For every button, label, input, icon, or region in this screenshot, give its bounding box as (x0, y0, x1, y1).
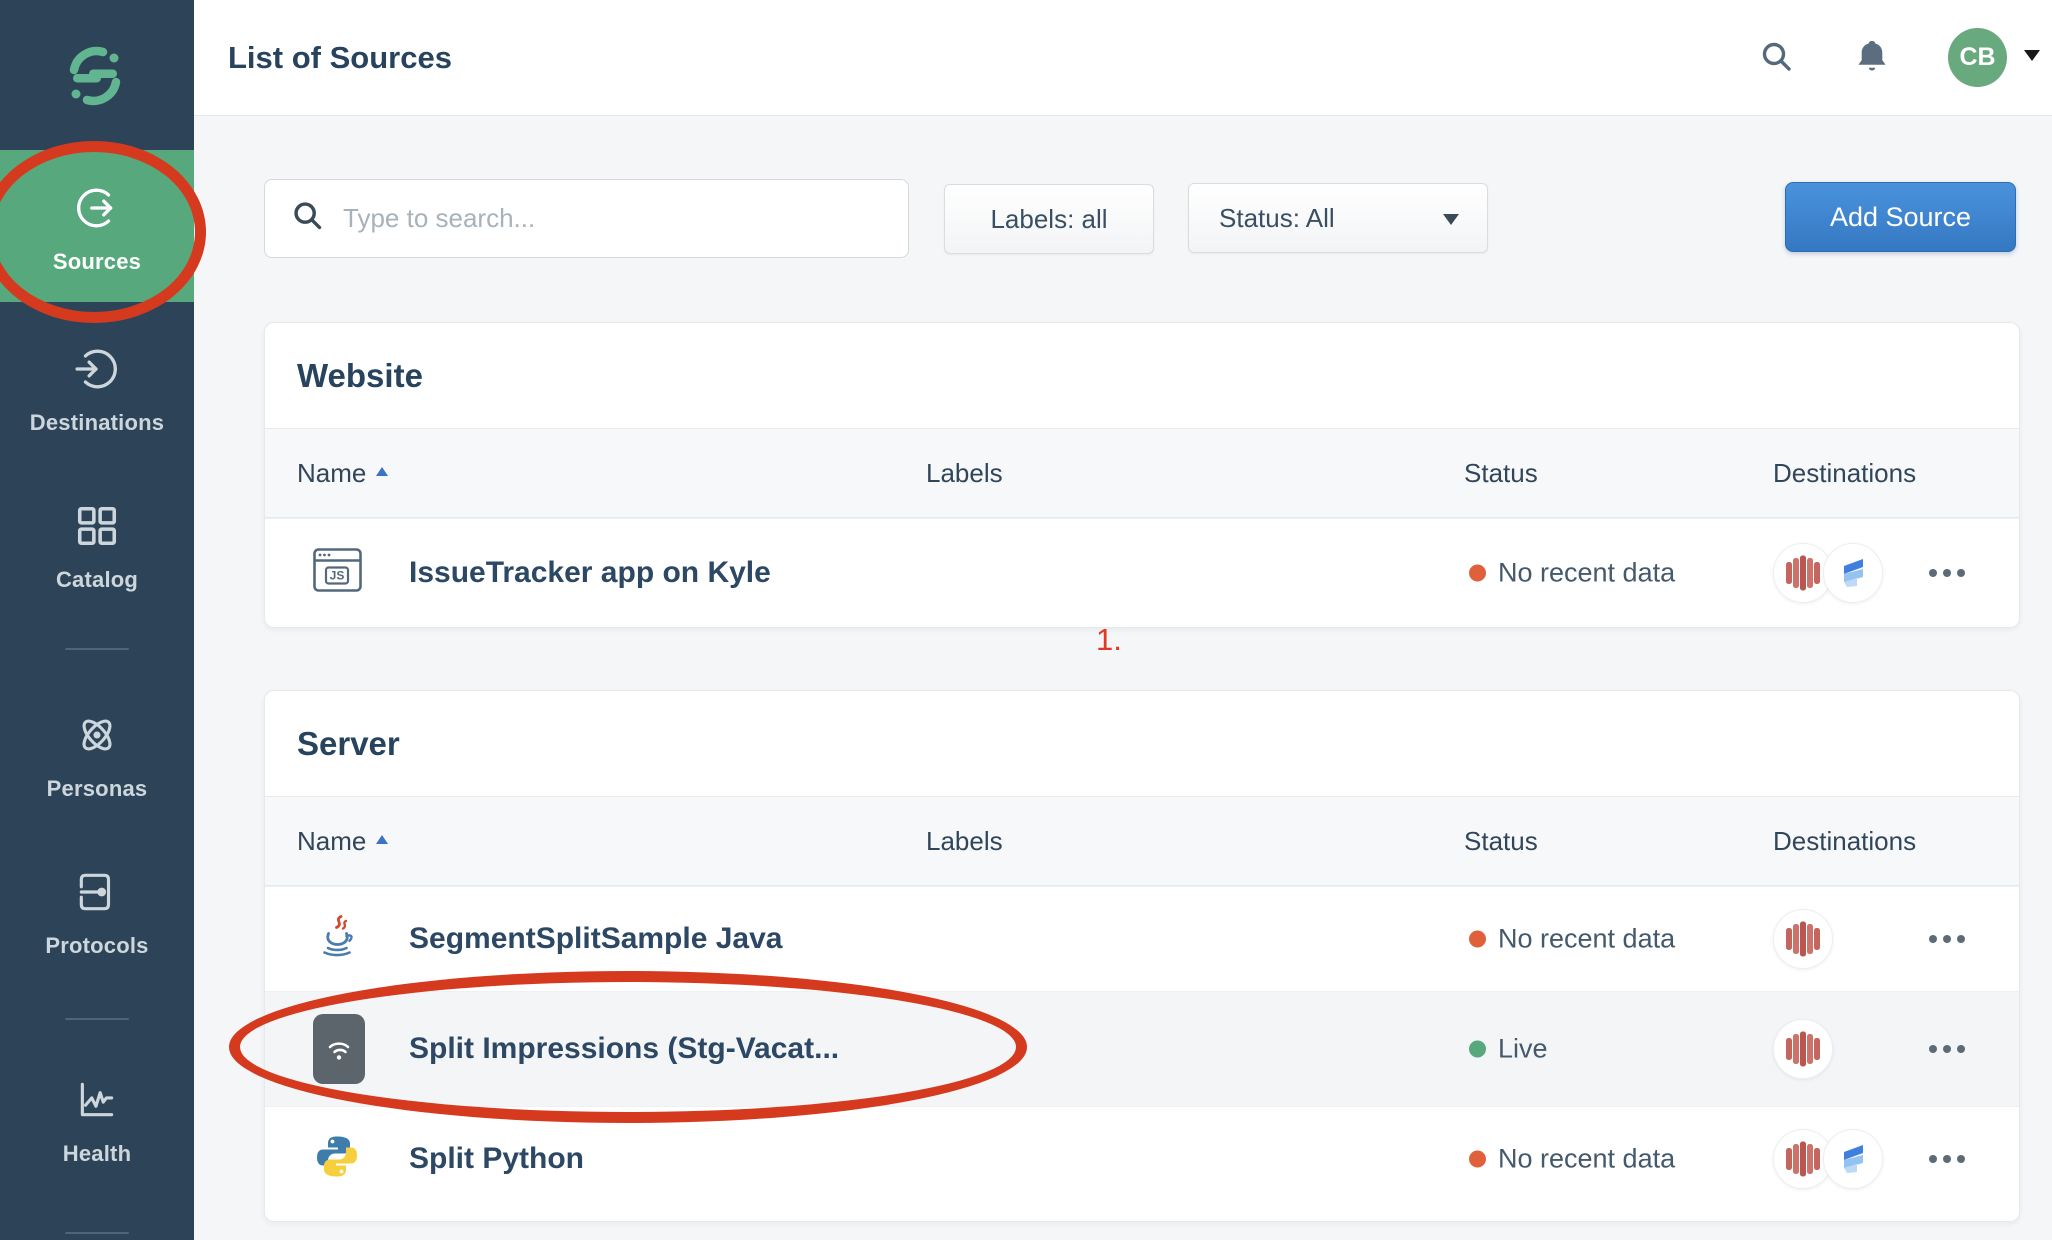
section-title: Server (265, 691, 2019, 796)
sidebar-item-protocols[interactable]: Protocols (0, 869, 194, 959)
sidebar-item-health[interactable]: Health (0, 1077, 194, 1167)
top-bar: List of Sources CB (194, 0, 2052, 116)
java-icon (313, 914, 361, 965)
annotation-step-number: 1. (1096, 622, 1122, 658)
status-dot-icon (1469, 1151, 1486, 1168)
bell-icon[interactable] (1850, 35, 1894, 84)
column-header-labels: Labels (926, 429, 1003, 517)
blue-s-icon[interactable] (1823, 1129, 1883, 1189)
sidebar: Sources Destinations Cata (0, 0, 194, 1240)
status-badge: No recent data (1469, 924, 1675, 955)
catalog-icon (74, 503, 120, 554)
sidebar-divider (65, 1018, 129, 1020)
sidebar-item-personas[interactable]: Personas (0, 712, 194, 802)
sources-icon (74, 185, 120, 236)
wifi-icon (313, 1014, 365, 1084)
status-dot-icon (1469, 564, 1486, 581)
status-badge: No recent data (1469, 1144, 1675, 1175)
source-name: Split Impressions (Stg-Vacat... (409, 1032, 839, 1066)
status-badge: Live (1469, 1034, 1548, 1065)
row-actions-menu-icon[interactable] (1929, 569, 1971, 577)
table-header: Name Labels Status Destinations (265, 428, 2019, 518)
row-actions-menu-icon[interactable] (1929, 1155, 1971, 1163)
status-text: No recent data (1498, 1144, 1675, 1175)
column-header-name[interactable]: Name (297, 797, 388, 885)
row-actions-menu-icon[interactable] (1929, 1045, 1971, 1053)
source-row-java[interactable]: SegmentSplitSample Java No recent data (265, 886, 2019, 991)
source-name: Split Python (409, 1142, 584, 1176)
status-filter-label: Status: All (1219, 203, 1335, 234)
labels-filter-label: Labels: all (990, 204, 1107, 235)
app-root: Sources Destinations Cata (0, 0, 2052, 1240)
personas-icon (74, 712, 120, 763)
status-text: No recent data (1498, 924, 1675, 955)
status-text: No recent data (1498, 557, 1675, 588)
status-dot-icon (1469, 931, 1486, 948)
sidebar-item-catalog[interactable]: Catalog (0, 503, 194, 593)
source-row-split-python[interactable]: Split Python No recent data (265, 1106, 2019, 1211)
sidebar-item-label: Health (63, 1141, 131, 1167)
column-header-destinations: Destinations (1773, 797, 1916, 885)
column-header-status: Status (1464, 429, 1538, 517)
sidebar-divider (65, 1232, 129, 1234)
blue-s-icon[interactable] (1823, 543, 1883, 603)
source-name: IssueTracker app on Kyle (409, 556, 771, 590)
status-badge: No recent data (1469, 557, 1675, 588)
source-row-issuetracker[interactable]: JS IssueTracker app on Kyle No recent da… (265, 518, 2019, 626)
sidebar-item-destinations[interactable]: Destinations (0, 346, 194, 436)
python-icon (313, 1133, 361, 1186)
account-menu-caret-icon[interactable] (2024, 50, 2040, 61)
sidebar-item-label: Catalog (56, 567, 138, 593)
add-source-label: Add Source (1830, 202, 1971, 233)
section-title: Website (265, 323, 2019, 428)
website-section-card: Website Name Labels Status Destinations … (264, 322, 2020, 628)
sort-ascending-icon (376, 467, 388, 476)
status-filter-dropdown[interactable]: Status: All (1188, 183, 1488, 253)
source-name: SegmentSplitSample Java (409, 922, 782, 956)
health-icon (74, 1077, 120, 1128)
table-header: Name Labels Status Destinations (265, 796, 2019, 886)
sidebar-item-label: Personas (47, 776, 148, 802)
search-placeholder: Type to search... (343, 203, 535, 234)
chevron-down-icon (1443, 214, 1459, 225)
javascript-browser-icon: JS (313, 546, 363, 599)
status-dot-icon (1469, 1041, 1486, 1058)
sidebar-item-label: Sources (53, 249, 141, 275)
status-text: Live (1498, 1034, 1548, 1065)
sidebar-item-sources[interactable]: Sources (0, 150, 194, 302)
labels-filter-button[interactable]: Labels: all (944, 184, 1154, 254)
protocols-icon (74, 869, 120, 920)
column-header-destinations: Destinations (1773, 429, 1916, 517)
avatar[interactable]: CB (1948, 28, 2007, 87)
search-icon (287, 195, 329, 242)
search-icon[interactable] (1755, 35, 1799, 84)
destinations-icon (74, 346, 120, 397)
search-input[interactable]: Type to search... (264, 179, 909, 258)
add-source-button[interactable]: Add Source (1785, 182, 2016, 252)
column-header-labels: Labels (926, 797, 1003, 885)
redshift-icon[interactable] (1773, 909, 1833, 969)
row-actions-menu-icon[interactable] (1929, 935, 1971, 943)
sidebar-divider (65, 648, 129, 650)
svg-text:JS: JS (330, 568, 345, 582)
redshift-icon[interactable] (1773, 1019, 1833, 1079)
column-header-status: Status (1464, 797, 1538, 885)
page-title: List of Sources (228, 0, 452, 115)
server-section-card: Server Name Labels Status Destinations (264, 690, 2020, 1222)
sidebar-item-label: Destinations (30, 410, 164, 436)
column-header-name[interactable]: Name (297, 429, 388, 517)
avatar-initials: CB (1959, 43, 1995, 72)
segment-logo-icon (63, 44, 127, 113)
sort-ascending-icon (376, 835, 388, 844)
sidebar-item-label: Protocols (45, 933, 148, 959)
source-row-split-impressions[interactable]: Split Impressions (Stg-Vacat... Live (265, 991, 2019, 1106)
